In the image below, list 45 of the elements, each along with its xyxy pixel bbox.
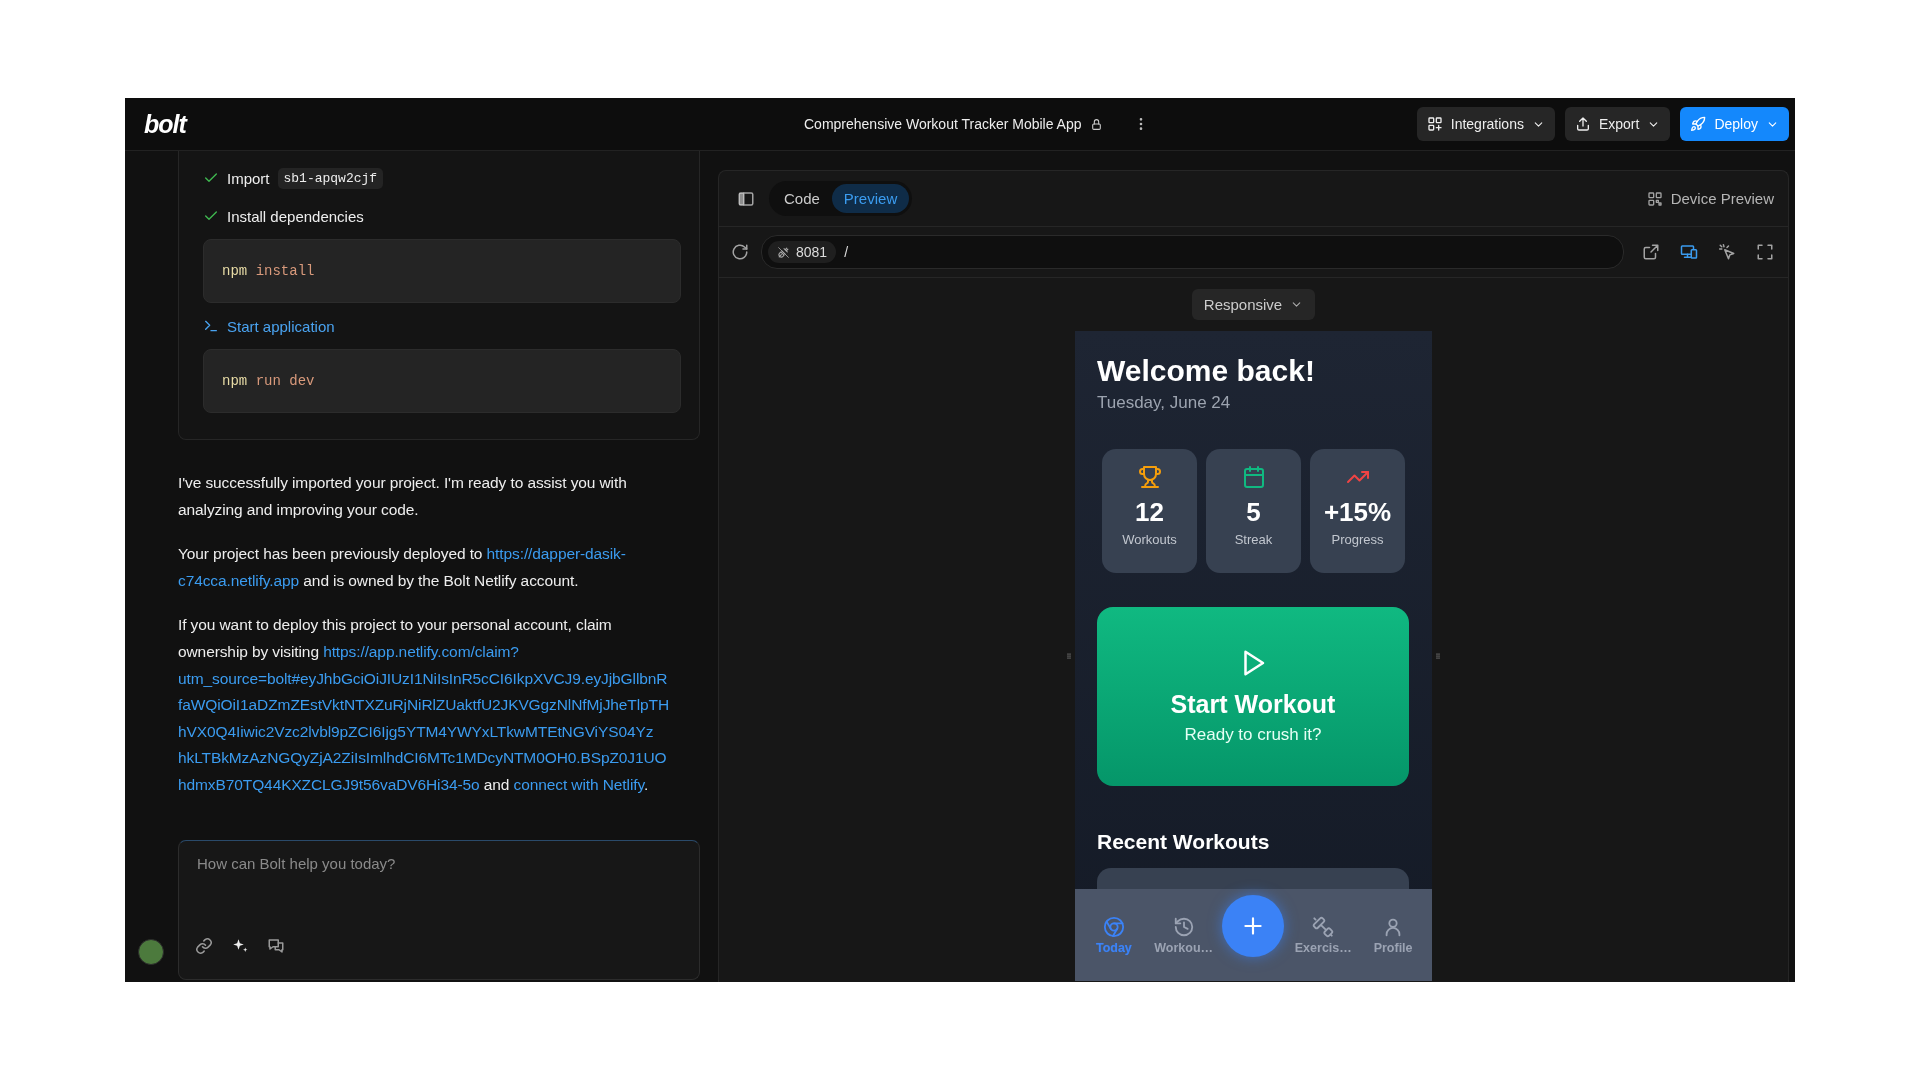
stat-value: 5: [1246, 497, 1261, 528]
step-label: Start application: [227, 317, 335, 335]
deploy-button[interactable]: Deploy: [1680, 107, 1789, 141]
message-text: and: [482, 775, 511, 793]
stat-value: 12: [1135, 497, 1164, 528]
code-block: npm run dev: [203, 349, 681, 413]
message-text: If you want to deploy this project to your personal account, claim: [178, 616, 612, 634]
link[interactable]: https://app.netlify.com/claim?: [323, 642, 519, 660]
integrations-button[interactable]: Integrations: [1416, 107, 1555, 141]
message-text: ownership by visiting: [178, 642, 320, 660]
step-label: Install dependencies: [227, 207, 364, 225]
greeting-heading: Welcome back!: [1097, 353, 1316, 389]
link[interactable]: connect with Netlify: [513, 775, 644, 793]
link[interactable]: hdmxB70TQ44KXZCLGJ9t56vaDV6Hi34-5o: [178, 775, 480, 793]
link[interactable]: utm_source=bolt#eyJhbGciOiJIUzI1NiIsInR5cCI6IkpXVCJ9.eyJjbGllbnR: [178, 669, 668, 687]
link[interactable]: hkLTBkMzAzNGQyZjA2ZiIsImlhdCI6MTc1MDcyNTM0OH0.BSpZ0J1UO: [178, 749, 667, 767]
stat-label: Progress: [1331, 532, 1384, 547]
prompt-input[interactable]: How can Bolt help you today?: [197, 855, 681, 915]
link[interactable]: https://dapper-dasik-: [486, 545, 626, 563]
stat-value: +15%: [1323, 497, 1392, 528]
device-preview-button[interactable]: Device Preview: [1646, 190, 1774, 207]
link[interactable]: hVX0Q4Iiwic2Vzc2lvbl9pZCI6Ijg5YTM4YWYxLTkwMTEtNGViYS04Yz: [178, 722, 654, 740]
message-text: Your project has been previously deployed to: [178, 545, 484, 563]
date-text: Tuesday, June 24: [1097, 393, 1232, 413]
message-text: analyzing and improving your code.: [178, 500, 419, 518]
message-text: and is owned by the Bolt Netlify account.: [302, 571, 579, 589]
url-path: /: [844, 244, 849, 260]
bolt-logo[interactable]: bolt: [144, 109, 804, 139]
stat-label: Streak: [1234, 532, 1273, 547]
view-tab[interactable]: Code: [772, 184, 832, 213]
message-text: I've successfully imported your project. I'm ready to assist you with: [178, 474, 627, 491]
export-button[interactable]: Export: [1564, 107, 1671, 141]
project-id-tag: sb1-apqw2cjf: [277, 167, 384, 189]
step-label: Import: [227, 169, 270, 187]
prompt-field[interactable]: How can Bolt help you today?: [178, 840, 700, 980]
link[interactable]: faWQiOiI1aDZmZEstVktNTXZuRjNiRlZUaktfU2JKVGgzNlNfMjJheTlpTH: [178, 696, 670, 714]
project-title: Comprehensive Workout Tracker Mobile App: [804, 116, 1082, 132]
section-heading: Recent Workouts: [1097, 830, 1271, 854]
viewport-dropdown[interactable]: Responsive: [1191, 289, 1316, 320]
link[interactable]: c74cca.netlify.app: [178, 571, 300, 589]
code-block: npm install: [203, 239, 681, 303]
port-badge[interactable]: 8081: [768, 241, 837, 263]
view-tab[interactable]: Preview: [831, 184, 910, 213]
address-bar[interactable]: 8081 /: [761, 235, 1624, 269]
stat-label: Workouts: [1122, 532, 1177, 547]
